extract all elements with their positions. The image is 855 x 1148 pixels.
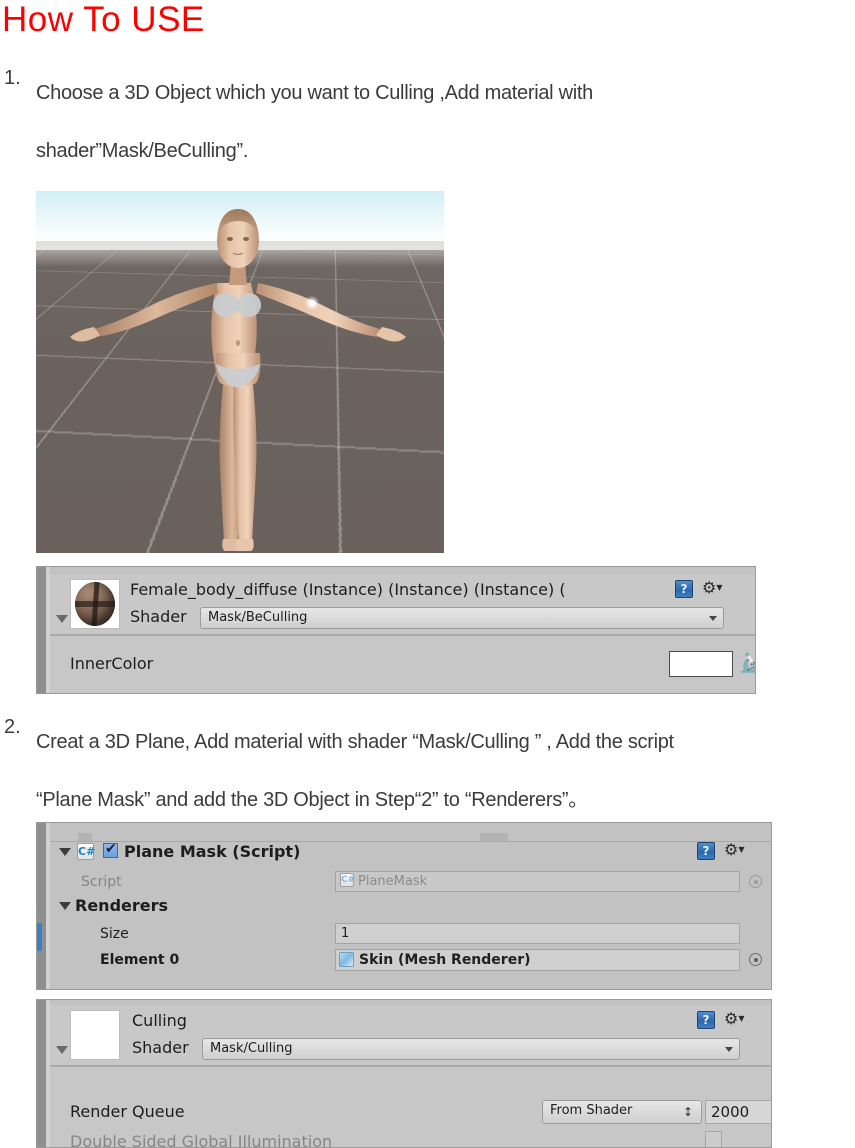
character-model <box>36 191 444 553</box>
up-down-arrows-icon: ↕ <box>682 1105 693 1119</box>
list-item-1-line-1: Choose a 3D Object which you want to Cul… <box>36 82 593 104</box>
inspector-left-gutter-inner-2 <box>46 823 50 989</box>
material-foldout-arrow[interactable] <box>56 615 68 623</box>
list-item-2-line-2: “Plane Mask” and add the 3D Object in St… <box>36 789 588 811</box>
component-enabled-checkbox[interactable] <box>103 841 118 858</box>
cropped-row-ghost-field <box>480 833 508 841</box>
element-0-object-picker-icon[interactable] <box>749 953 762 966</box>
render-queue-label: Render Queue <box>70 1102 185 1121</box>
help-icon[interactable]: ? <box>675 580 693 598</box>
size-field-value: 1 <box>341 926 350 941</box>
page-title: How To USE <box>2 0 205 39</box>
render-queue-mode-value: From Shader <box>550 1103 633 1118</box>
size-label: Size <box>100 926 129 942</box>
culling-material-preview-thumbnail[interactable] <box>70 1010 120 1060</box>
material-property-row-band <box>50 635 755 693</box>
gear-icon-3[interactable]: ⚙▼ <box>724 1011 745 1027</box>
list-item-1-line-2: shader”Mask/BeCulling”. <box>36 140 249 162</box>
element-0-field-value: Skin (Mesh Renderer) <box>359 952 531 968</box>
help-icon-3[interactable]: ? <box>697 1011 715 1029</box>
innercolor-label: InnerColor <box>70 654 154 673</box>
render-queue-value: 2000 <box>711 1103 750 1121</box>
component-title-label: Plane Mask (Script) <box>124 842 301 861</box>
selection-highlight-strip <box>37 923 42 951</box>
list-item-2-line-1: Creat a 3D Plane, Add material with shad… <box>36 731 674 753</box>
shader-dropdown-value: Mask/BeCulling <box>208 610 308 625</box>
culling-material-foldout-arrow[interactable] <box>56 1046 68 1054</box>
chevron-down-icon <box>709 616 717 621</box>
cropped-row-top-2 <box>50 823 771 842</box>
culling-shader-dropdown[interactable]: Mask/Culling <box>202 1038 740 1060</box>
help-icon-2[interactable]: ? <box>697 842 715 860</box>
script-field-label: Script <box>81 874 122 890</box>
culling-material-name-label: Culling <box>132 1011 187 1030</box>
shader-dropdown[interactable]: Mask/BeCulling <box>200 607 724 629</box>
renderers-label: Renderers <box>75 896 169 915</box>
list-item-1-number: 1. <box>4 67 21 89</box>
innercolor-swatch[interactable] <box>669 651 733 677</box>
gear-icon[interactable]: ⚙▼ <box>702 580 723 596</box>
material-preview-thumbnail[interactable] <box>70 579 120 629</box>
gear-icon-2[interactable]: ⚙▼ <box>724 842 745 858</box>
cropped-row-ghost-text <box>78 833 92 841</box>
unity-scene-view-image <box>36 191 444 553</box>
element-0-field[interactable]: Skin (Mesh Renderer) <box>335 949 740 971</box>
list-item-1-body: Choose a 3D Object which you want to Cul… <box>36 64 855 180</box>
culling-shader-dropdown-value: Mask/Culling <box>210 1041 293 1056</box>
double-sided-gi-checkbox[interactable] <box>705 1131 722 1147</box>
render-queue-value-field[interactable]: 2000 <box>705 1100 771 1124</box>
mesh-renderer-icon <box>339 952 354 967</box>
material-preview-sphere <box>75 582 115 626</box>
chevron-down-icon-2 <box>725 1047 733 1052</box>
list-item-2-number: 2. <box>4 716 21 738</box>
culling-material-preview-sphere <box>75 1013 115 1057</box>
plane-mask-script-inspector-panel[interactable]: C# Plane Mask (Script) ? ⚙▼ Script Plane… <box>36 822 772 990</box>
render-queue-mode-dropdown[interactable]: From Shader ↕ <box>542 1100 702 1124</box>
eyedropper-icon[interactable]: 🔬 <box>739 653 755 674</box>
culling-material-inspector-panel[interactable]: Culling ? ⚙▼ Shader Mask/Culling Render … <box>36 999 772 1148</box>
culling-shader-label: Shader <box>132 1038 189 1057</box>
script-field-value: PlaneMask <box>358 874 428 889</box>
component-foldout-arrow[interactable] <box>59 848 71 856</box>
double-sided-gi-label: Double Sided Global Illumination <box>70 1132 333 1148</box>
material-name-label: Female_body_diffuse (Instance) (Instance… <box>130 580 566 599</box>
script-field-icon: C# <box>340 873 356 887</box>
material-inspector-panel[interactable]: Female_body_diffuse (Instance) (Instance… <box>36 566 756 694</box>
shader-label: Shader <box>130 607 187 626</box>
size-field[interactable]: 1 <box>335 923 740 944</box>
renderers-foldout-arrow[interactable] <box>59 902 71 910</box>
c-sharp-script-icon: C# <box>77 843 96 860</box>
list-item-2-body: Creat a 3D Plane, Add material with shad… <box>36 713 855 829</box>
point-light-gizmo-icon <box>304 295 319 310</box>
script-object-picker-icon[interactable] <box>749 875 762 888</box>
element-0-label: Element 0 <box>100 952 180 968</box>
script-field[interactable]: PlaneMask <box>335 871 740 892</box>
